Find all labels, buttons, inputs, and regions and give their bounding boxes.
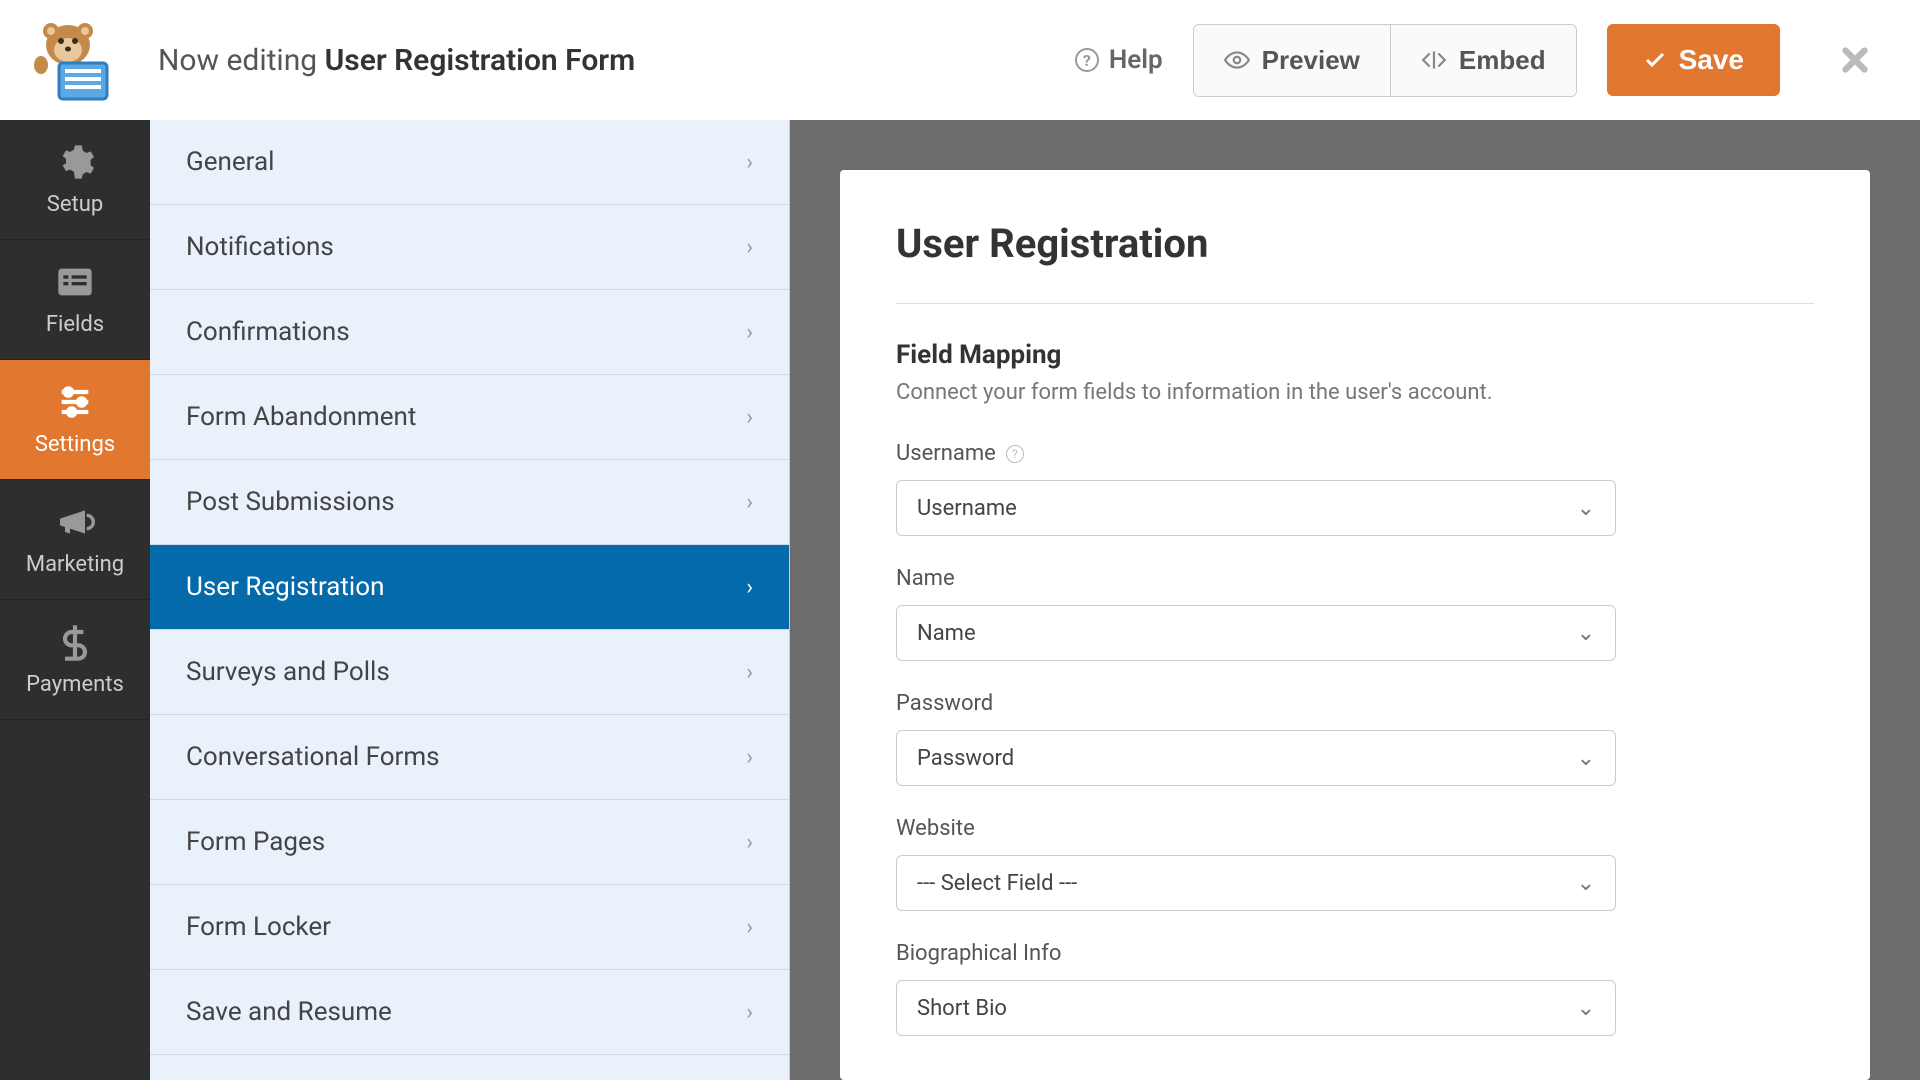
vnav-label: Marketing <box>26 552 124 577</box>
save-button[interactable]: Save <box>1607 24 1780 96</box>
settings-item-form-abandonment[interactable]: Form Abandonment› <box>150 375 789 460</box>
chevron-right-icon: › <box>746 490 753 515</box>
field-mapping-bio: Biographical Info Short Bio ⌄ <box>896 941 1814 1036</box>
section-title: Field Mapping <box>896 340 1814 370</box>
chevron-right-icon: › <box>746 745 753 770</box>
field-mapping-name: Name Name ⌄ <box>896 566 1814 661</box>
chevron-right-icon: › <box>746 150 753 175</box>
chevron-right-icon: › <box>746 915 753 940</box>
preview-embed-group: Preview Embed <box>1193 24 1577 97</box>
chevron-down-icon: ⌄ <box>1577 996 1595 1021</box>
vnav-item-fields[interactable]: Fields <box>0 240 150 360</box>
chevron-down-icon: ⌄ <box>1577 746 1595 771</box>
settings-item-form-locker[interactable]: Form Locker› <box>150 885 789 970</box>
help-icon: ? <box>1075 48 1099 72</box>
chevron-right-icon: › <box>746 405 753 430</box>
chevron-right-icon: › <box>746 1000 753 1025</box>
bullhorn-icon <box>55 502 95 542</box>
field-label: Username ? <box>896 441 1814 466</box>
vnav-item-settings[interactable]: Settings <box>0 360 150 480</box>
chevron-right-icon: › <box>746 830 753 855</box>
settings-item-post-submissions[interactable]: Post Submissions› <box>150 460 789 545</box>
settings-item-user-registration[interactable]: User Registration› <box>150 545 789 630</box>
chevron-right-icon: › <box>746 235 753 260</box>
field-label: Password <box>896 691 1814 716</box>
editing-label: Now editing User Registration Form <box>158 43 635 78</box>
code-icon <box>1421 47 1447 73</box>
field-mapping-website: Website --- Select Field --- ⌄ <box>896 816 1814 911</box>
settings-item-notifications[interactable]: Notifications› <box>150 205 789 290</box>
field-mapping-username: Username ? Username ⌄ <box>896 441 1814 536</box>
settings-item-surveys-and-polls[interactable]: Surveys and Polls› <box>150 630 789 715</box>
settings-item-confirmations[interactable]: Confirmations› <box>150 290 789 375</box>
password-select[interactable]: Password ⌄ <box>896 730 1616 786</box>
embed-button[interactable]: Embed <box>1390 25 1576 96</box>
field-label: Biographical Info <box>896 941 1814 966</box>
check-icon <box>1643 48 1667 72</box>
eye-icon <box>1224 47 1250 73</box>
vnav-item-setup[interactable]: Setup <box>0 120 150 240</box>
help-link[interactable]: ? Help <box>1075 45 1163 75</box>
website-select[interactable]: --- Select Field --- ⌄ <box>896 855 1616 911</box>
form-name: User Registration Form <box>325 43 636 78</box>
chevron-right-icon: › <box>746 575 753 600</box>
settings-panel: User Registration Field Mapping Connect … <box>840 170 1870 1080</box>
settings-item-form-pages[interactable]: Form Pages› <box>150 800 789 885</box>
vnav-label: Settings <box>35 432 115 457</box>
vnav-item-payments[interactable]: Payments <box>0 600 150 720</box>
vnav-label: Payments <box>26 672 124 697</box>
help-tooltip-icon[interactable]: ? <box>1006 445 1024 463</box>
dollar-icon <box>55 622 95 662</box>
chevron-down-icon: ⌄ <box>1577 496 1595 521</box>
settings-item-save-and-resume[interactable]: Save and Resume› <box>150 970 789 1055</box>
vnav-label: Fields <box>46 312 104 337</box>
vnav-item-marketing[interactable]: Marketing <box>0 480 150 600</box>
panel-title: User Registration <box>896 220 1814 267</box>
app-logo <box>18 10 118 110</box>
vertical-nav: Setup Fields <box>0 120 150 1080</box>
sliders-icon <box>55 382 95 422</box>
settings-item-general[interactable]: General› <box>150 120 789 205</box>
divider <box>896 303 1814 304</box>
gear-icon <box>55 142 95 182</box>
field-label: Name <box>896 566 1814 591</box>
username-select[interactable]: Username ⌄ <box>896 480 1616 536</box>
chevron-right-icon: › <box>746 660 753 685</box>
field-mapping-password: Password Password ⌄ <box>896 691 1814 786</box>
list-icon <box>55 262 95 302</box>
field-label: Website <box>896 816 1814 841</box>
preview-button[interactable]: Preview <box>1194 25 1390 96</box>
close-button[interactable] <box>1830 35 1880 85</box>
canvas-area: User Registration Field Mapping Connect … <box>790 120 1920 1080</box>
chevron-down-icon: ⌄ <box>1577 871 1595 896</box>
chevron-down-icon: ⌄ <box>1577 621 1595 646</box>
header-bar: Now editing User Registration Form ? Hel… <box>0 0 1920 120</box>
settings-sidebar: General› Notifications› Confirmations› F… <box>150 120 790 1080</box>
section-description: Connect your form fields to information … <box>896 380 1814 405</box>
bio-select[interactable]: Short Bio ⌄ <box>896 980 1616 1036</box>
vnav-label: Setup <box>47 192 103 217</box>
name-select[interactable]: Name ⌄ <box>896 605 1616 661</box>
settings-item-conversational-forms[interactable]: Conversational Forms› <box>150 715 789 800</box>
chevron-right-icon: › <box>746 320 753 345</box>
